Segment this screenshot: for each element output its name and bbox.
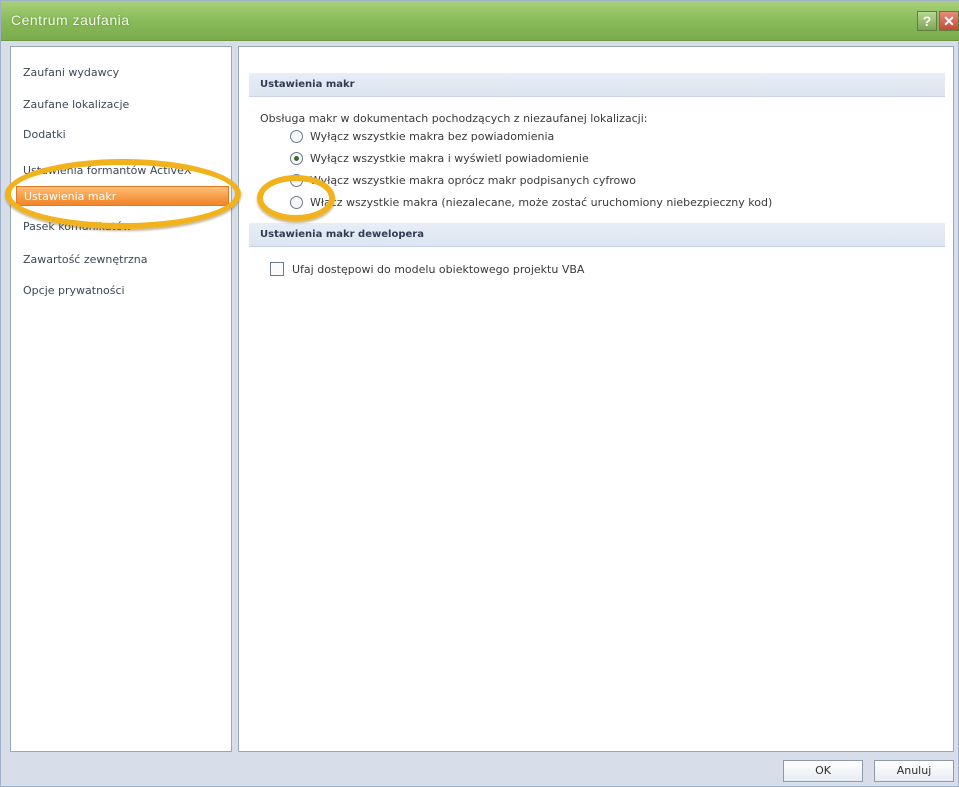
sidebar-item-trusted-locations[interactable]: Zaufane lokalizacje bbox=[23, 95, 229, 115]
help-button[interactable]: ? bbox=[917, 11, 937, 31]
window-title: Centrum zaufania bbox=[11, 12, 130, 28]
sidebar-item-macro-settings[interactable]: Ustawienia makr bbox=[16, 186, 229, 206]
help-icon: ? bbox=[922, 13, 932, 29]
settings-panel: Ustawienia makr Obsługa makr w dokumenta… bbox=[238, 46, 954, 752]
radio-button[interactable] bbox=[290, 196, 303, 209]
radio-label: Wyłącz wszystkie makra i wyświetl powiad… bbox=[310, 152, 589, 165]
sidebar-item-privacy-options[interactable]: Opcje prywatności bbox=[23, 281, 229, 301]
ok-button[interactable]: OK bbox=[783, 760, 863, 782]
close-button[interactable]: ✕ bbox=[939, 11, 959, 31]
trust-vba-checkbox[interactable] bbox=[270, 262, 284, 276]
cancel-button[interactable]: Anuluj bbox=[874, 760, 954, 782]
macro-settings-header: Ustawienia makr bbox=[249, 73, 945, 97]
radio-button[interactable] bbox=[290, 130, 303, 143]
sidebar-item-activex-settings[interactable]: Ustawienia formantów ActiveX bbox=[23, 161, 229, 181]
radio-button[interactable] bbox=[290, 174, 303, 187]
sidebar-item-message-bar[interactable]: Pasek komunikatów bbox=[23, 217, 229, 237]
title-bar: Centrum zaufania ? ✕ bbox=[1, 1, 959, 41]
trust-vba-label: Ufaj dostępowi do modelu obiektowego pro… bbox=[292, 263, 585, 276]
sidebar-item-add-ins[interactable]: Dodatki bbox=[23, 125, 229, 145]
radio-label: Wyłącz wszystkie makra bez powiadomienia bbox=[310, 130, 555, 143]
developer-settings-header: Ustawienia makr dewelopera bbox=[249, 223, 945, 247]
radio-label: Włącz wszystkie makra (niezalecane, może… bbox=[310, 196, 773, 209]
macro-settings-description: Obsługa makr w dokumentach pochodzących … bbox=[260, 112, 648, 125]
trust-center-dialog: Centrum zaufania ? ✕ Zaufani wydawcy Zau… bbox=[0, 0, 959, 787]
sidebar: Zaufani wydawcy Zaufane lokalizacje Doda… bbox=[10, 46, 232, 752]
sidebar-item-trusted-publishers[interactable]: Zaufani wydawcy bbox=[23, 63, 229, 83]
sidebar-item-external-content[interactable]: Zawartość zewnętrzna bbox=[23, 250, 229, 270]
close-icon: ✕ bbox=[943, 13, 955, 29]
radio-label: Wyłącz wszystkie makra oprócz makr podpi… bbox=[310, 174, 636, 187]
radio-button[interactable] bbox=[290, 152, 303, 165]
